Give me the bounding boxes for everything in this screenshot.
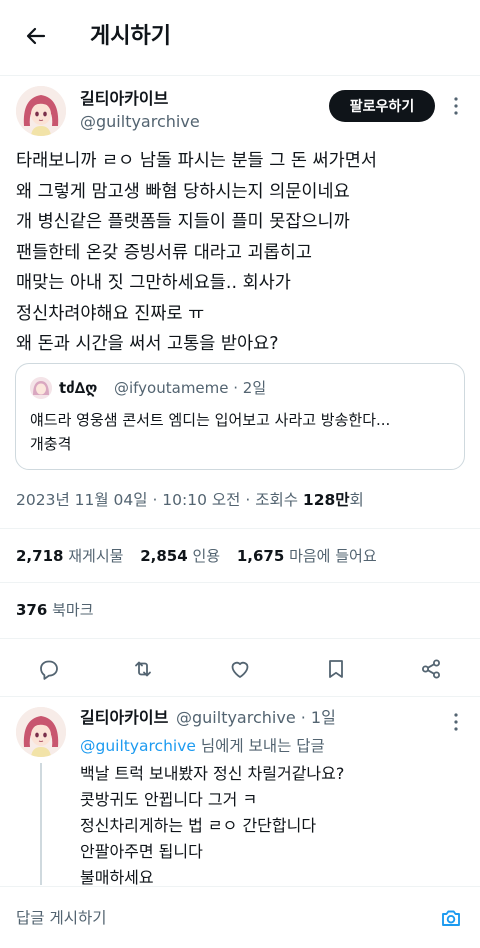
divider	[0, 582, 480, 583]
tweet-text-line: 타래보니까 ㄹㅇ 남돌 파시는 분들 그 돈 써가면서	[16, 151, 377, 171]
retweet-label: 재게시물	[68, 547, 124, 565]
avatar-illustration	[16, 86, 66, 136]
more-vertical-icon	[454, 713, 458, 731]
replying-to-label: 님에게 보내는 답글	[195, 737, 325, 755]
engagement-stats: 2,718 재게시물 2,854 인용 1,675 마음에 들어요	[16, 544, 389, 568]
retweet-count: 2,718	[16, 547, 64, 565]
reply-text-line: 안팔아주면 됩니다	[80, 842, 203, 861]
reply-author-avatar[interactable]	[16, 707, 66, 757]
bookmark-count: 376	[16, 601, 48, 619]
reply-author-handle[interactable]: @guiltyarchive · 1일	[176, 707, 336, 729]
thread-connector	[40, 763, 42, 885]
like-icon	[231, 661, 249, 678]
view-unit: 회	[349, 491, 364, 509]
author-avatar[interactable]	[16, 86, 66, 136]
bookmark-icon	[329, 660, 343, 678]
bookmark-stat[interactable]: 376 북마크	[16, 598, 94, 622]
more-vertical-icon	[454, 97, 458, 115]
author-handle[interactable]: @guiltyarchive	[80, 111, 200, 133]
like-stat[interactable]: 1,675 마음에 들어요	[237, 547, 389, 565]
bookmark-label: 북마크	[52, 601, 94, 619]
more-options-button[interactable]	[446, 94, 466, 118]
reply-text-line: 정신차리게하는 법 ㄹㅇ 간단합니다	[80, 816, 317, 835]
divider	[0, 638, 480, 639]
page-title: 게시하기	[90, 24, 171, 49]
author-name[interactable]: 길티아카이브	[80, 88, 168, 110]
bookmark-button[interactable]	[322, 655, 350, 683]
quote-count: 2,854	[140, 547, 188, 565]
share-icon	[422, 659, 440, 679]
reply-input[interactable]: 답글 게시하기	[16, 906, 107, 930]
retweet-stat[interactable]: 2,718 재게시물	[16, 547, 135, 565]
reply-more-options-button[interactable]	[446, 710, 466, 734]
tweet-text-line: 왜 돈과 시간을 써서 고통을 받아요?	[16, 334, 279, 354]
tweet-text-line: 정신차려야해요 진짜로 ㅠ	[16, 303, 205, 324]
back-button[interactable]	[22, 22, 50, 50]
reply-text-line: 백날 트럭 보내봤자 정신 차릴거같나요?	[80, 764, 345, 783]
quoted-tweet-text: 얘드라 영웅샘 콘서트 엠디는 입어보고 사라고 방송한다... 개충격	[30, 408, 456, 456]
like-label: 마음에 들어요	[289, 547, 377, 565]
quote-label: 인용	[192, 547, 221, 565]
reply-author-name[interactable]: 길티아카이브	[80, 707, 168, 729]
tweet-text: 타래보니까 ㄹㅇ 남돌 파시는 분들 그 돈 써가면서 왜 그렇게 맘고생 빠혐…	[16, 146, 468, 360]
quoted-author-avatar	[30, 377, 52, 399]
arrow-left-icon	[26, 27, 46, 45]
camera-button[interactable]	[437, 904, 465, 932]
tweet-text-line: 매맞는 아내 짓 그만하세요들.. 회사가	[16, 273, 291, 293]
tweet-text-line: 팬들한테 온갖 증빙서류 대라고 괴롭히고	[16, 242, 312, 263]
avatar-illustration	[30, 377, 52, 399]
share-button[interactable]	[417, 655, 445, 683]
tweet-meta: 2023년 11월 04일 · 10:10 오전 · 조회수 128만회	[16, 488, 364, 512]
divider	[0, 696, 480, 697]
like-count: 1,675	[236, 547, 285, 565]
reply-text-line: 콧방귀도 안뀝니다 그거 ㅋ	[80, 790, 258, 809]
follow-button[interactable]: 팔로우하기	[329, 90, 435, 122]
quoted-text-line: 얘드라 영웅샘 콘서트 엠디는 입어보고 사라고 방송한다...	[30, 411, 391, 429]
like-button[interactable]	[226, 655, 254, 683]
divider	[0, 528, 480, 529]
quote-stat[interactable]: 2,854 인용	[140, 547, 232, 565]
quoted-author-handle: @ifyoutameme · 2일	[114, 379, 267, 397]
replying-to: @guiltyarchive 님에게 보내는 답글	[80, 735, 325, 757]
reply-icon	[40, 660, 58, 680]
retweet-button[interactable]	[129, 655, 157, 683]
mention-link[interactable]: @guiltyarchive	[80, 737, 196, 755]
avatar-illustration	[16, 707, 66, 757]
camera-icon	[442, 910, 460, 926]
quoted-tweet-card[interactable]: tძ∆ღ @ifyoutameme · 2일 얘드라 영웅샘 콘서트 엠디는 입…	[15, 363, 465, 470]
quoted-text-line: 개충격	[30, 435, 72, 453]
retweet-icon	[135, 661, 151, 677]
tweet-text-line: 개 병신같은 플랫폼들 지들이 플미 못잡으니까	[16, 212, 350, 232]
quoted-author-name: tძ∆ღ	[59, 379, 98, 397]
action-bar	[0, 645, 480, 693]
tweet-datetime: 2023년 11월 04일 · 10:10 오전 · 조회수	[16, 491, 303, 509]
reply-compose-bar[interactable]: 답글 게시하기	[0, 886, 480, 948]
tweet-text-line: 왜 그렇게 맘고생 빠혐 당하시는지 의문이네요	[16, 181, 350, 202]
top-bar: 게시하기	[0, 0, 480, 76]
view-count: 128만	[302, 491, 350, 509]
reply-text: 백날 트럭 보내봤자 정신 차릴거같나요? 콧방귀도 안뀝니다 그거 ㅋ 정신차…	[80, 761, 344, 891]
reply-button[interactable]	[35, 655, 63, 683]
